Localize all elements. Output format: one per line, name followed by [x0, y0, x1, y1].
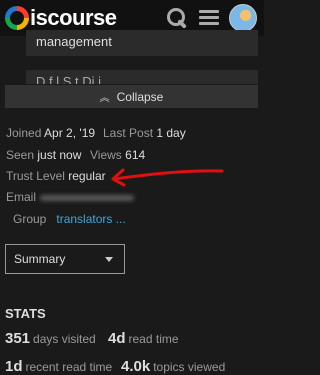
group-card-partial[interactable]: D f l S t Di i: [26, 70, 258, 84]
collapse-button[interactable]: ︽ Collapse: [5, 85, 258, 108]
stat-topics-viewed: 4.0k topics viewed: [121, 358, 226, 375]
seen-info: Seen just now: [6, 148, 82, 162]
chevron-double-up-icon: ︽: [99, 93, 110, 104]
group-link[interactable]: translators ...: [56, 212, 125, 226]
card-label: management: [36, 34, 112, 49]
trust-level-info: Trust Level regular: [6, 169, 106, 183]
group-info: Group translators ...: [13, 212, 126, 226]
stats-heading: STATS: [5, 306, 46, 321]
stat-read-time: 4d read time: [108, 330, 179, 347]
red-arrow-annotation-icon: [111, 168, 224, 187]
caret-down-icon: [105, 257, 113, 262]
discourse-logo-icon: [5, 6, 29, 30]
hamburger-menu-icon[interactable]: [197, 6, 221, 30]
card-label-partial: D f l S t Di i: [36, 74, 102, 84]
summary-select[interactable]: Summary: [5, 244, 125, 274]
joined-info: Joined Apr 2, '19: [6, 126, 96, 140]
email-redacted: [40, 194, 135, 201]
views-value: 614: [125, 148, 146, 162]
summary-select-value: Summary: [14, 252, 66, 266]
email-info: Email: [6, 190, 135, 204]
group-card-management[interactable]: management: [26, 30, 258, 56]
user-avatar[interactable]: [229, 4, 257, 32]
stat-recent-read-time: 1d recent read time: [5, 358, 113, 375]
stat-days-visited: 351 days visited: [5, 330, 96, 347]
last-post-value[interactable]: 1 day: [156, 126, 185, 140]
seen-value: just now: [37, 148, 82, 162]
joined-date: Apr 2, '19: [44, 126, 96, 140]
discourse-logo[interactable]: iscourse: [5, 5, 117, 31]
trust-level-value[interactable]: regular: [68, 169, 105, 183]
search-icon[interactable]: [165, 6, 189, 30]
views-info: Views 614: [90, 148, 146, 162]
collapse-label: Collapse: [116, 89, 164, 104]
logo-text: iscourse: [30, 5, 117, 30]
last-post-info: Last Post 1 day: [103, 126, 186, 140]
